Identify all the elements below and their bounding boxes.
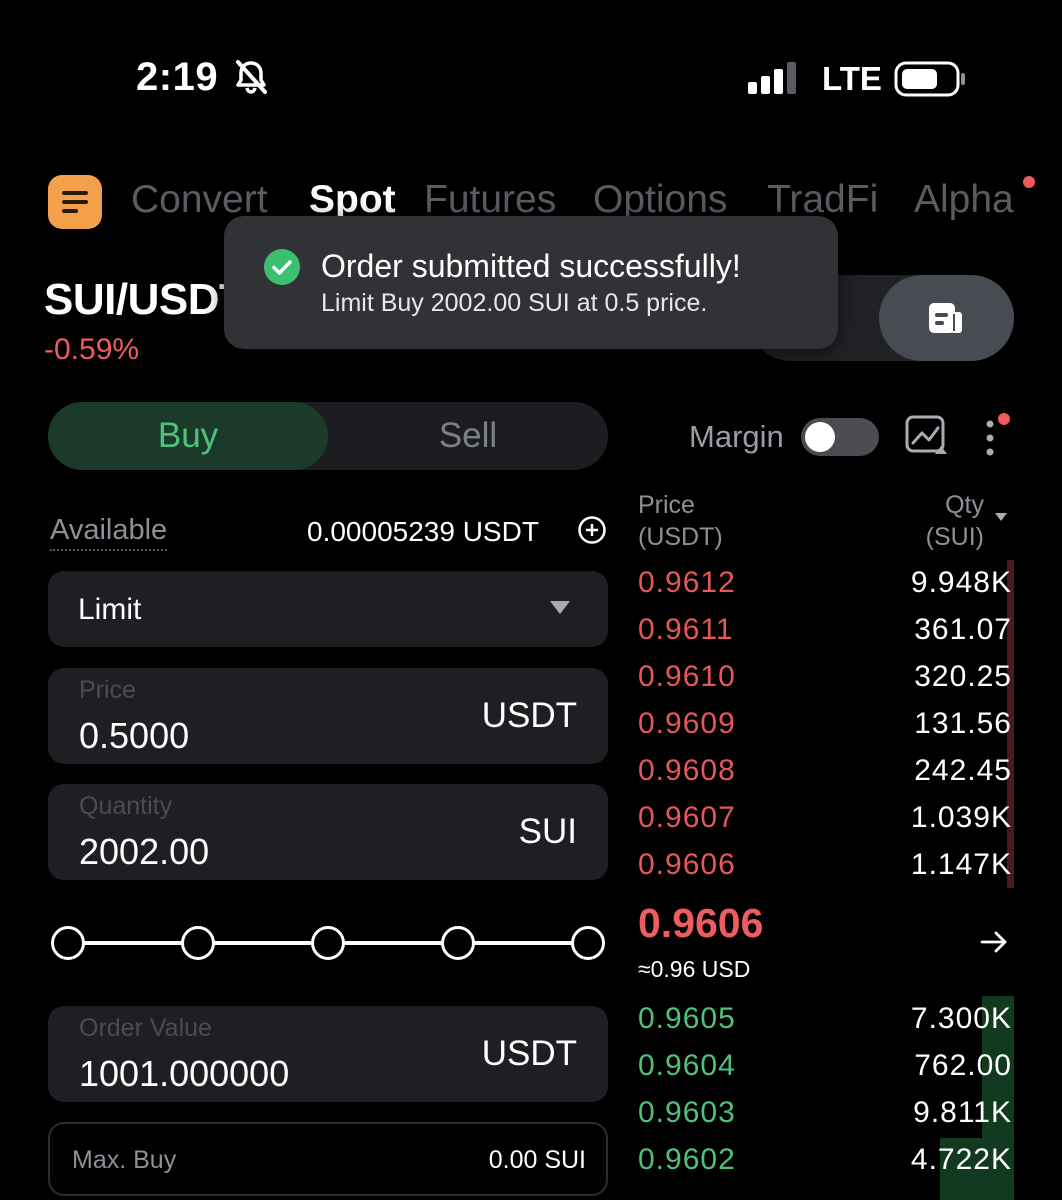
bell-slash-icon xyxy=(236,60,267,94)
order-type-value: Limit xyxy=(78,593,142,626)
order-value: 1001.000000 xyxy=(79,1053,290,1094)
orderbook-price-header: Price (USDT) xyxy=(638,491,723,551)
last-price-usd: ≈0.96 USD xyxy=(638,956,751,982)
notification-dot xyxy=(1023,176,1035,188)
quantity-input[interactable]: Quantity 2002.00 SUI xyxy=(48,784,608,880)
sell-tab[interactable]: Sell xyxy=(328,402,608,470)
price-input[interactable]: Price 0.5000 USDT xyxy=(48,668,608,764)
price-unit: USDT xyxy=(481,696,577,735)
slider-step-50[interactable] xyxy=(311,926,345,960)
quantity-value: 2002.00 xyxy=(79,831,210,872)
ask-row[interactable]: 0.9611 361.07 xyxy=(638,608,1014,652)
bid-row[interactable]: 0.9605 7.300K xyxy=(638,997,1014,1041)
ask-row[interactable]: 0.9606 1.147K xyxy=(638,843,1014,887)
orderbook-qty-header[interactable]: Qty (SUI) xyxy=(900,489,984,553)
signal-icon xyxy=(748,62,796,94)
max-buy-label: Max. Buy xyxy=(72,1146,177,1174)
check-icon xyxy=(264,249,300,285)
orders-button[interactable] xyxy=(879,275,1014,361)
menu-icon[interactable] xyxy=(48,175,102,229)
slider-step-25[interactable] xyxy=(181,926,215,960)
tab-alpha[interactable]: Alpha xyxy=(914,178,1014,222)
chart-icon[interactable] xyxy=(905,414,947,456)
available-label[interactable]: Available xyxy=(50,514,168,551)
bid-row[interactable]: 0.9603 9.811K xyxy=(638,1091,1014,1135)
battery-icon xyxy=(894,61,965,97)
slider-step-0[interactable] xyxy=(51,926,85,960)
network-label: LTE xyxy=(822,60,882,97)
price-change: -0.59% xyxy=(44,333,140,366)
ask-row[interactable]: 0.9607 1.039K xyxy=(638,796,1014,840)
ask-row[interactable]: 0.9612 9.948K xyxy=(638,561,1014,605)
toast-message: Limit Buy 2002.00 SUI at 0.5 price. xyxy=(321,289,708,317)
max-buy-row: Max. Buy 0.00 SUI xyxy=(48,1122,608,1196)
ask-row[interactable]: 0.9609 131.56 xyxy=(638,702,1014,746)
notification-dot xyxy=(998,413,1010,425)
more-icon[interactable] xyxy=(983,418,997,458)
quantity-label: Quantity xyxy=(79,792,173,820)
margin-label: Margin xyxy=(689,419,784,454)
ask-row[interactable]: 0.9610 320.25 xyxy=(638,655,1014,699)
buy-tab[interactable]: Buy xyxy=(48,402,328,470)
order-value-input[interactable]: Order Value 1001.000000 USDT xyxy=(48,1006,608,1102)
plus-circle-icon[interactable] xyxy=(577,515,607,545)
sort-dropdown-icon[interactable] xyxy=(995,513,1007,521)
slider-step-75[interactable] xyxy=(441,926,475,960)
slider-step-100[interactable] xyxy=(571,926,605,960)
max-buy-value: 0.00 SUI xyxy=(488,1146,586,1174)
orders-icon xyxy=(929,303,962,333)
arrow-right-icon[interactable] xyxy=(980,928,1008,956)
order-type-select[interactable]: Limit xyxy=(48,571,608,647)
order-value-label: Order Value xyxy=(79,1014,212,1042)
bid-row[interactable]: 0.9602 4.722K xyxy=(638,1138,1014,1182)
success-toast: Order submitted successfully! Limit Buy … xyxy=(224,216,838,349)
ask-row[interactable]: 0.9608 242.45 xyxy=(638,749,1014,793)
dropdown-icon xyxy=(550,601,570,614)
order-value-unit: USDT xyxy=(481,1034,577,1073)
margin-toggle[interactable] xyxy=(801,418,879,456)
bid-row[interactable]: 0.9604 762.00 xyxy=(638,1044,1014,1088)
price-label: Price xyxy=(79,676,136,704)
status-time: 2:19 xyxy=(136,55,219,99)
quantity-unit: SUI xyxy=(518,812,577,851)
last-price: 0.9606 xyxy=(638,900,764,946)
available-balance: 0.00005239 USDT xyxy=(307,516,539,547)
toast-title: Order submitted successfully! xyxy=(321,248,741,284)
pair-symbol[interactable]: SUI/USDT xyxy=(44,275,246,325)
price-value: 0.5000 xyxy=(79,715,190,756)
